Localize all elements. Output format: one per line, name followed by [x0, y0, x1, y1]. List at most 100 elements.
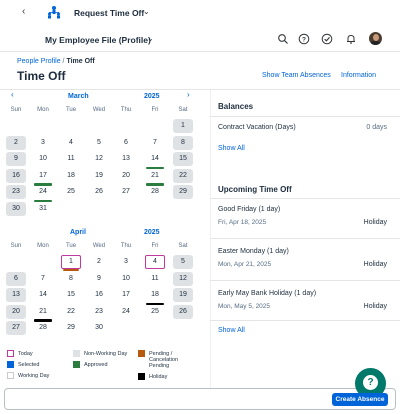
- day-status-bar: [63, 268, 79, 271]
- calendar-day[interactable]: 20: [6, 304, 26, 319]
- calendar-day[interactable]: 21: [145, 169, 165, 186]
- calendar-day[interactable]: 24: [33, 185, 53, 202]
- chevron-down-icon[interactable]: ⌄: [143, 7, 150, 16]
- calendar-day[interactable]: 24: [116, 305, 136, 319]
- calendar-day[interactable]: 19: [173, 288, 193, 302]
- calendar-day[interactable]: 29: [173, 185, 193, 199]
- calendar-day[interactable]: 23: [89, 305, 109, 319]
- balances-show-all-link[interactable]: Show All: [218, 145, 245, 152]
- calendar-day[interactable]: 6: [116, 136, 136, 150]
- information-link[interactable]: Information: [341, 72, 376, 79]
- legend-holiday-swatch: [138, 373, 145, 380]
- calendar-day[interactable]: 9: [89, 272, 109, 286]
- calendar-day[interactable]: 27: [6, 321, 26, 335]
- month-label[interactable]: March: [68, 93, 89, 100]
- calendar-day[interactable]: 12: [173, 271, 193, 286]
- calendar-day[interactable]: 2: [89, 255, 109, 269]
- weekday-label: Sat: [178, 243, 188, 249]
- calendar-day[interactable]: 8: [173, 135, 193, 150]
- weekday-label: Tue: [65, 107, 77, 113]
- calendar-day[interactable]: 26: [89, 185, 109, 199]
- calendar-day[interactable]: 17: [116, 288, 136, 302]
- calendar-day[interactable]: 16: [89, 288, 109, 302]
- breadcrumb-people-profile[interactable]: People Profile: [17, 58, 61, 65]
- calendar-day[interactable]: 7: [145, 136, 165, 150]
- app-title[interactable]: Request Time Off: [74, 8, 144, 18]
- calendar-day[interactable]: 8: [61, 272, 81, 286]
- org-people-icon[interactable]: [46, 4, 62, 20]
- calendar-day[interactable]: 28: [145, 185, 165, 199]
- calendar-day[interactable]: 30: [89, 321, 109, 335]
- employee-file-title[interactable]: My Employee File (Profile): [45, 35, 151, 45]
- calendar-day[interactable]: 5: [173, 255, 193, 269]
- calendar-day[interactable]: 9: [6, 152, 26, 166]
- upcoming-show-all-link[interactable]: Show All: [218, 327, 245, 334]
- month-label[interactable]: April: [70, 229, 86, 236]
- calendar-day[interactable]: 14: [145, 152, 165, 169]
- calendar-day[interactable]: 22: [61, 305, 81, 319]
- legend-selected: Selected: [18, 362, 40, 368]
- notifications-icon[interactable]: [345, 33, 357, 45]
- upcoming-item-type: Holiday: [363, 219, 387, 226]
- next-month-icon[interactable]: ›: [187, 90, 190, 99]
- calendar-day[interactable]: 11: [145, 272, 165, 286]
- calendar-day[interactable]: 1: [61, 255, 81, 271]
- calendar-day[interactable]: 19: [89, 169, 109, 183]
- calendar-day[interactable]: 3: [33, 136, 53, 150]
- calendar-day[interactable]: 26: [173, 304, 193, 319]
- calendar-day[interactable]: 4: [61, 136, 81, 150]
- weekday-label: Sat: [178, 107, 188, 113]
- calendar-day[interactable]: 25: [145, 305, 165, 319]
- calendar-day[interactable]: 15: [173, 152, 193, 166]
- calendar-day[interactable]: 3: [116, 255, 136, 269]
- calendar-day[interactable]: 1: [173, 119, 193, 133]
- legend-holiday: Holiday: [149, 374, 168, 380]
- calendar-day[interactable]: 5: [89, 136, 109, 150]
- calendar-day[interactable]: 2: [6, 135, 26, 150]
- previous-month-icon[interactable]: ‹: [11, 90, 14, 99]
- calendar-day[interactable]: 23: [6, 185, 26, 199]
- year-label[interactable]: 2025: [144, 229, 160, 236]
- calendar-day[interactable]: 18: [145, 288, 165, 305]
- weekday-label: Thu: [120, 243, 132, 249]
- legend-approved: Approved: [84, 362, 108, 368]
- search-icon[interactable]: [277, 33, 289, 45]
- calendar-day[interactable]: 16: [6, 168, 26, 183]
- upcoming-item-name: Easter Monday (1 day): [218, 248, 289, 255]
- calendar-day[interactable]: 12: [89, 152, 109, 166]
- calendar-day[interactable]: 11: [61, 152, 81, 166]
- calendar-day[interactable]: 10: [33, 152, 53, 166]
- calendar-day[interactable]: 28: [33, 321, 53, 335]
- breadcrumb: People Profile / Time Off: [17, 58, 95, 65]
- calendar-day[interactable]: 18: [61, 169, 81, 183]
- tasks-icon[interactable]: [321, 33, 333, 45]
- calendar-day[interactable]: 13: [6, 288, 26, 302]
- chevron-down-icon[interactable]: ⌄: [147, 34, 154, 43]
- calendar-day[interactable]: 14: [33, 288, 53, 302]
- calendar-day[interactable]: 7: [33, 272, 53, 286]
- calendar-day[interactable]: 31: [33, 202, 53, 216]
- chevron-left-icon[interactable]: ‹: [22, 6, 25, 17]
- calendar-day[interactable]: 25: [61, 185, 81, 199]
- avatar[interactable]: [369, 32, 382, 45]
- calendar-day[interactable]: 22: [173, 168, 193, 183]
- year-label[interactable]: 2025: [144, 93, 160, 100]
- calendar-day[interactable]: 29: [61, 321, 81, 335]
- calendar-day[interactable]: 27: [116, 185, 136, 199]
- calendar-day[interactable]: 15: [61, 288, 81, 302]
- calendar-day[interactable]: 21: [33, 305, 53, 322]
- balance-item-value: 0 days: [366, 124, 387, 131]
- calendar-day[interactable]: 17: [33, 169, 53, 186]
- upcoming-item-name: Good Friday (1 day): [218, 206, 281, 213]
- upcoming-item-date: Mon, May 5, 2025: [218, 303, 271, 310]
- help-icon[interactable]: ?: [298, 33, 310, 45]
- calendar-day[interactable]: 4: [145, 255, 165, 269]
- calendar-day[interactable]: 6: [6, 271, 26, 286]
- calendar-day[interactable]: 13: [116, 152, 136, 166]
- calendar-day[interactable]: 30: [6, 201, 26, 216]
- calendar-day[interactable]: 20: [116, 169, 136, 183]
- show-team-absences-link[interactable]: Show Team Absences: [262, 72, 331, 79]
- list-divider: [210, 238, 400, 239]
- calendar-day[interactable]: 10: [116, 272, 136, 286]
- create-absence-button[interactable]: Create Absence: [332, 393, 388, 406]
